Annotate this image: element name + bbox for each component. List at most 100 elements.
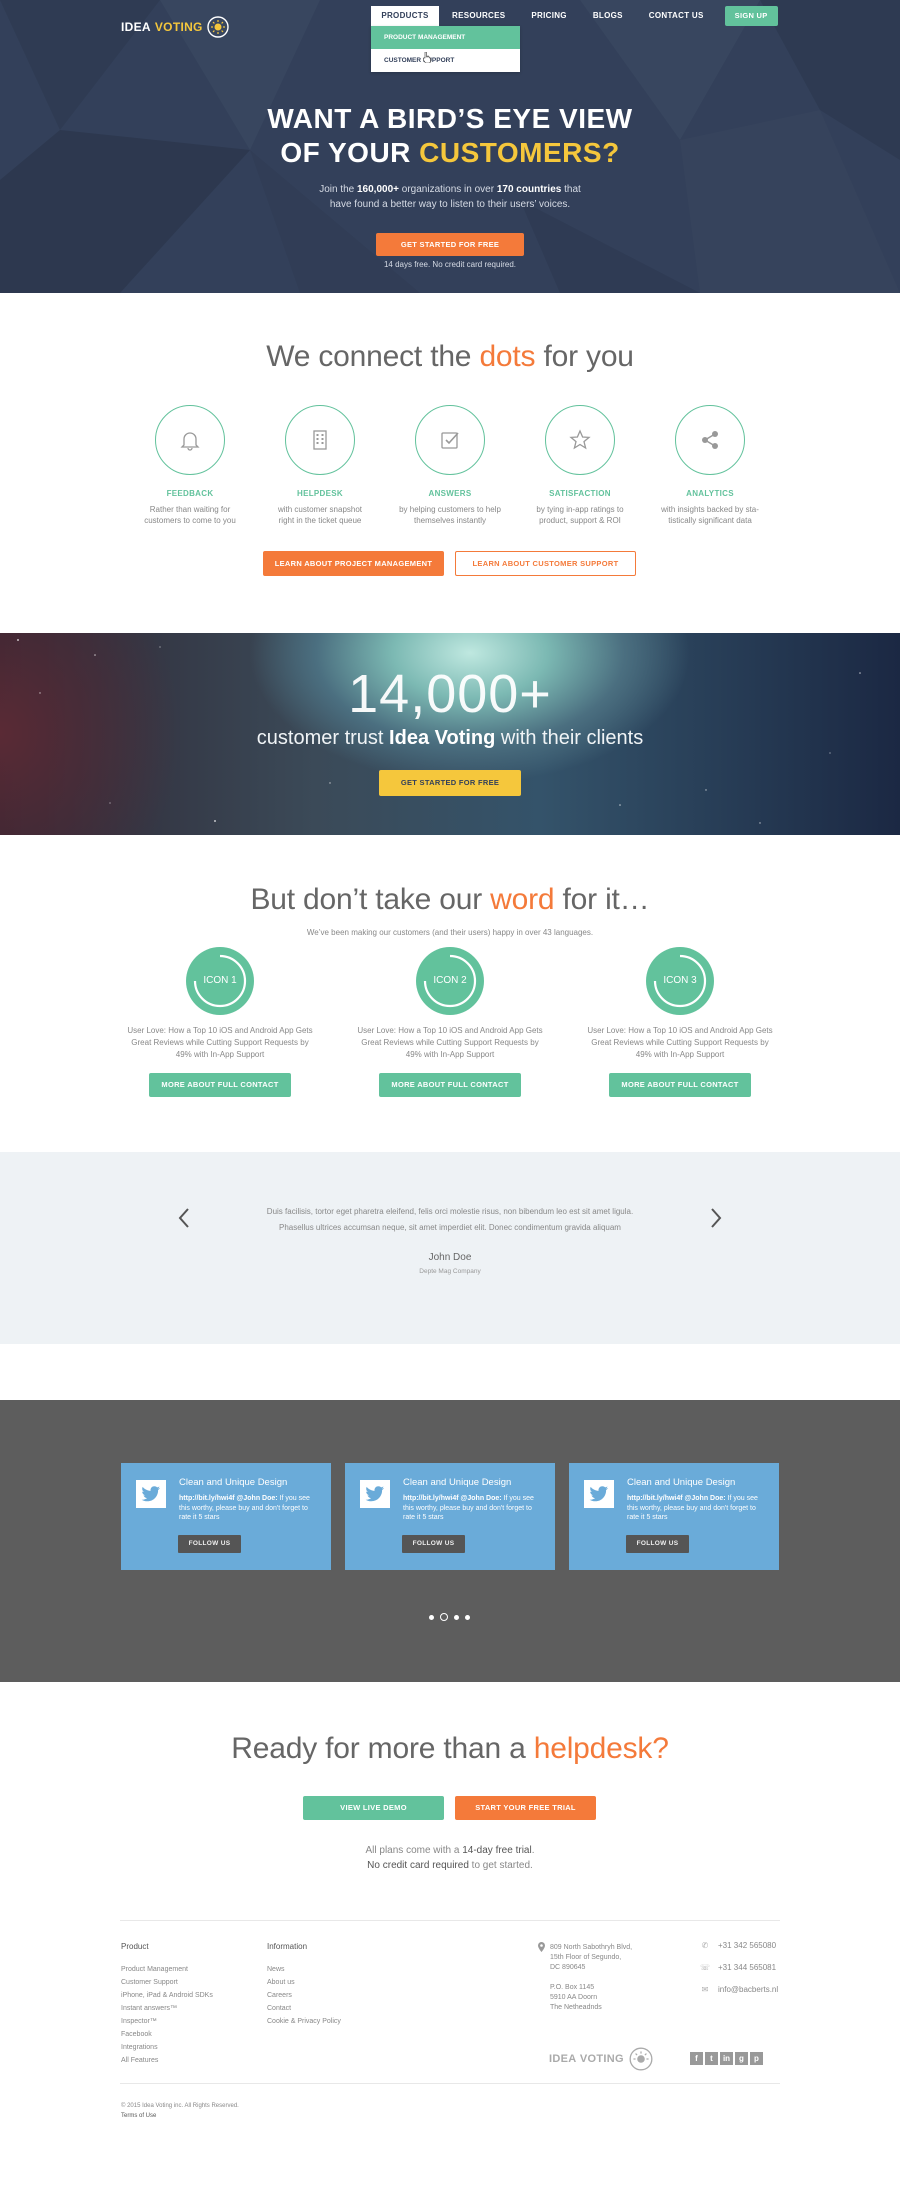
twitter-icon — [136, 1480, 166, 1508]
footer-product-column: Product Product Management Customer Supp… — [121, 1942, 213, 2067]
carousel-dot[interactable] — [454, 1614, 459, 1620]
nav-products[interactable]: PRODUCTS — [371, 6, 439, 26]
footer-link[interactable]: Contact — [267, 2002, 341, 2015]
nav-contact[interactable]: CONTACT US — [636, 6, 717, 26]
main-nav: PRODUCTS RESOURCES PRICING BLOGS CONTACT… — [371, 6, 778, 26]
feature-answers: ANSWERS by helping customers to help them… — [395, 405, 505, 526]
footer-link[interactable]: Cookie & Privacy Policy — [267, 2015, 341, 2028]
testimonial-author: John Doe — [428, 1252, 472, 1263]
footer-phone-1: ✆ +31 342 565080 — [701, 1941, 777, 1950]
footer-divider — [120, 1920, 780, 1921]
star-icon — [569, 429, 591, 450]
stats-section: 14,000+ customer trust Idea Voting with … — [0, 633, 900, 835]
more-about-full-contact-button[interactable]: MORE ABOUT FULL CONTACT — [609, 1073, 751, 1097]
fax-icon: ☏ — [700, 1963, 711, 1972]
start-free-trial-button[interactable]: START YOUR FREE TRIAL — [455, 1796, 596, 1820]
feature-feedback: FEEDBACK Rather than waiting for customer… — [135, 405, 245, 526]
social-links: f t in g p — [690, 2052, 765, 2065]
case-study-2: ICON 2 User Love: How a Top 10 iOS and A… — [350, 947, 550, 1097]
footer-divider — [120, 2083, 780, 2084]
mail-icon: ✉ — [701, 1985, 709, 1994]
hero-title: WANT A BIRD’S EYE VIEW OF YOUR CUSTOMERS… — [267, 103, 633, 168]
testimonial-slider: Duis facilisis, tortor eget pharetra ele… — [0, 1152, 900, 1344]
footer-link[interactable]: About us — [267, 1976, 341, 1989]
footer-info-column: Information News About us Careers Contac… — [267, 1942, 341, 2028]
view-live-demo-button[interactable]: VIEW LIVE DEMO — [303, 1796, 444, 1820]
testimonial-quote: Duis facilisis, tortor eget pharetra ele… — [266, 1207, 634, 1232]
nav-resources[interactable]: RESOURCES — [439, 6, 518, 26]
connect-title: We connect the dots for you — [266, 340, 634, 373]
nav-pricing[interactable]: PRICING — [518, 6, 579, 26]
case-study-1: ICON 1 User Love: How a Top 10 iOS and A… — [120, 947, 320, 1097]
twitter-icon — [584, 1480, 614, 1508]
case-study-3: ICON 3 User Love: How a Top 10 iOS and A… — [580, 947, 780, 1097]
location-pin-icon — [538, 1942, 545, 1952]
hero-subtitle: Join the 160,000+ organizations in over … — [319, 184, 581, 210]
carousel-dots — [429, 1613, 476, 1621]
hero-section: IDEA VOTING PRODUCTS RESOURCES PRICING BL… — [0, 0, 900, 293]
hero-note: 14 days free. No credit card required. — [383, 260, 517, 269]
testimonials-title: But don’t take our word for it… — [250, 883, 650, 916]
stats-get-started-button[interactable]: GET STARTED FOR FREE — [379, 770, 521, 796]
nav-blogs[interactable]: BLOGS — [580, 6, 636, 26]
logo[interactable]: IDEA VOTING — [121, 15, 230, 39]
footer-link[interactable]: All Features — [121, 2054, 213, 2067]
carousel-dot[interactable] — [429, 1614, 434, 1620]
bulb-logo-icon — [629, 2047, 653, 2071]
more-about-full-contact-button[interactable]: MORE ABOUT FULL CONTACT — [149, 1073, 291, 1097]
testimonial-company: Depte Mag Company — [419, 1268, 481, 1275]
twitter-icon[interactable]: t — [705, 2052, 718, 2065]
plans-note: All plans come with a 14-day free trial.… — [365, 1845, 535, 1871]
footer-phone-2: ☏ +31 344 565081 — [700, 1963, 777, 1972]
footer-link[interactable]: Customer Support — [121, 1976, 213, 1989]
terms-link[interactable]: Terms of Use — [121, 2113, 156, 2119]
footer-link[interactable]: Inspector™ — [121, 2015, 213, 2028]
follow-us-button[interactable]: FOLLOW US — [178, 1535, 241, 1553]
share-icon — [702, 431, 718, 449]
dropdown-product-management[interactable]: PRODUCT MANAGEMENT — [371, 26, 520, 49]
pinterest-icon[interactable]: p — [750, 2052, 763, 2065]
follow-us-button[interactable]: FOLLOW US — [402, 1535, 465, 1553]
more-about-full-contact-button[interactable]: MORE ABOUT FULL CONTACT — [379, 1073, 521, 1097]
learn-project-management-button[interactable]: LEARN ABOUT PROJECT MANAGEMENT — [263, 551, 444, 576]
twitter-icon — [360, 1480, 390, 1508]
footer-link[interactable]: Instant answers™ — [121, 2002, 213, 2015]
footer-logo[interactable]: IDEA VOTING — [549, 2046, 654, 2072]
footer-address: 809 North Sabothryh Blvd, 15th Floor of S… — [550, 1944, 633, 2011]
footer-link[interactable]: Product Management — [121, 1963, 213, 1976]
products-dropdown: PRODUCT MANAGEMENT CUSTOMER SUPPORT — [371, 26, 520, 72]
testimonials-subtitle: We’ve been making our customers (and the… — [306, 928, 594, 937]
phone-icon: ✆ — [701, 1941, 709, 1950]
feature-satisfaction: SATISFACTION by tying in-app ratings to p… — [525, 405, 635, 526]
feature-helpdesk: HELPDESK with customer snapshot right in … — [265, 405, 375, 526]
checkbox-icon — [441, 432, 459, 449]
feature-analytics: ANALYTICS with insights backed by sta-ti… — [655, 405, 765, 526]
signup-button[interactable]: SIGN UP — [724, 6, 778, 26]
footer-link[interactable]: iPhone, iPad & Android SDKs — [121, 1989, 213, 2002]
dropdown-customer-support[interactable]: CUSTOMER SUPPORT — [371, 49, 520, 72]
bulb-logo-icon — [206, 16, 229, 38]
carousel-dot[interactable] — [465, 1614, 470, 1620]
tweet-card: Clean and Unique Design http://bit.ly/hw… — [121, 1463, 331, 1570]
hero-get-started-button[interactable]: GET STARTED FOR FREE — [376, 233, 524, 256]
copyright: © 2015 Idea Voting inc. All Rights Reser… — [121, 2103, 239, 2109]
linkedin-icon[interactable]: in — [720, 2052, 733, 2065]
footer-link[interactable]: Integrations — [121, 2041, 213, 2054]
follow-us-button[interactable]: FOLLOW US — [626, 1535, 689, 1553]
facebook-icon[interactable]: f — [690, 2052, 703, 2065]
carousel-dot-active[interactable] — [440, 1613, 448, 1621]
tweet-card: Clean and Unique Design http://bit.ly/hw… — [345, 1463, 555, 1570]
footer-link[interactable]: Facebook — [121, 2028, 213, 2041]
footer-email: ✉ info@bacberts.nl — [701, 1985, 779, 1994]
footer-link[interactable]: Careers — [267, 1989, 341, 2002]
footer-link[interactable]: News — [267, 1963, 341, 1976]
building-icon — [313, 430, 327, 450]
bell-icon — [180, 432, 200, 451]
tweet-card: Clean and Unique Design http://bit.ly/hw… — [569, 1463, 779, 1570]
hand-cursor-icon — [423, 52, 431, 63]
tweets-section: Clean and Unique Design http://bit.ly/hw… — [0, 1400, 900, 1682]
learn-customer-support-button[interactable]: LEARN ABOUT CUSTOMER SUPPORT — [455, 551, 636, 576]
google-plus-icon[interactable]: g — [735, 2052, 748, 2065]
customer-count: 14,000+ — [348, 664, 552, 724]
ready-title: Ready for more than a helpdesk? — [231, 1732, 669, 1765]
